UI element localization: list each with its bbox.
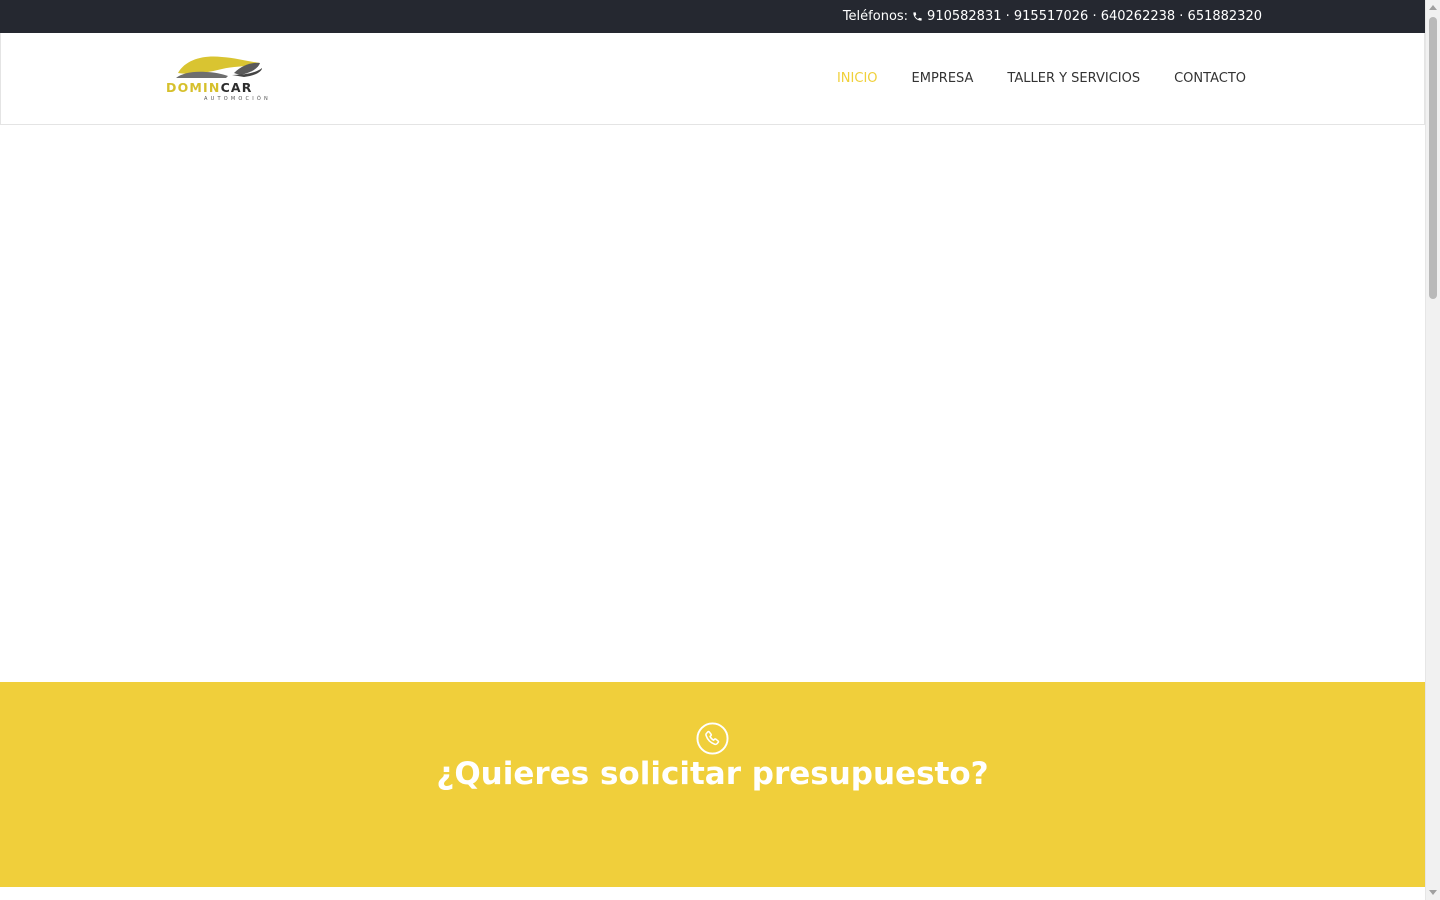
phone-icon xyxy=(913,12,922,21)
scroll-down-arrow-icon[interactable] xyxy=(1429,890,1437,895)
logo-subtitle: AUTOMOCIÓN xyxy=(204,96,271,102)
cta-title: ¿Quieres solicitar presupuesto? xyxy=(436,756,989,792)
car-logo-icon xyxy=(176,56,262,78)
scroll-up-arrow-icon[interactable] xyxy=(1429,5,1437,10)
hero-slider-area xyxy=(0,125,1425,682)
logo-wordmark: DOMINCAR xyxy=(166,80,253,95)
top-contact-bar: Teléfonos: 910582831 · 915517026 · 64026… xyxy=(0,0,1425,33)
phones-label: Teléfonos: xyxy=(842,9,909,24)
nav-item-inicio[interactable]: INICIO xyxy=(837,71,878,86)
site-header: DOMINCAR AUTOMOCIÓN INICIO EMPRESA TALLE… xyxy=(0,33,1425,125)
phone-numbers: Teléfonos: 910582831 · 915517026 · 64026… xyxy=(843,8,1262,25)
phones-list[interactable]: 910582831 · 915517026 · 640262238 · 6518… xyxy=(927,8,1262,25)
quote-request-banner: ¿Quieres solicitar presupuesto? xyxy=(0,682,1425,887)
main-nav: INICIO EMPRESA TALLER Y SERVICIOS CONTAC… xyxy=(837,33,1246,124)
nav-item-empresa[interactable]: EMPRESA xyxy=(912,71,974,86)
phone-circle-icon xyxy=(696,722,729,755)
scroll-thumb[interactable] xyxy=(1429,17,1437,299)
nav-item-contacto[interactable]: CONTACTO xyxy=(1174,71,1246,86)
nav-item-taller-y-servicios[interactable]: TALLER Y SERVICIOS xyxy=(1007,71,1140,86)
domincar-logo[interactable]: DOMINCAR AUTOMOCIÓN xyxy=(164,53,276,105)
page-scrollbar[interactable] xyxy=(1425,0,1440,900)
